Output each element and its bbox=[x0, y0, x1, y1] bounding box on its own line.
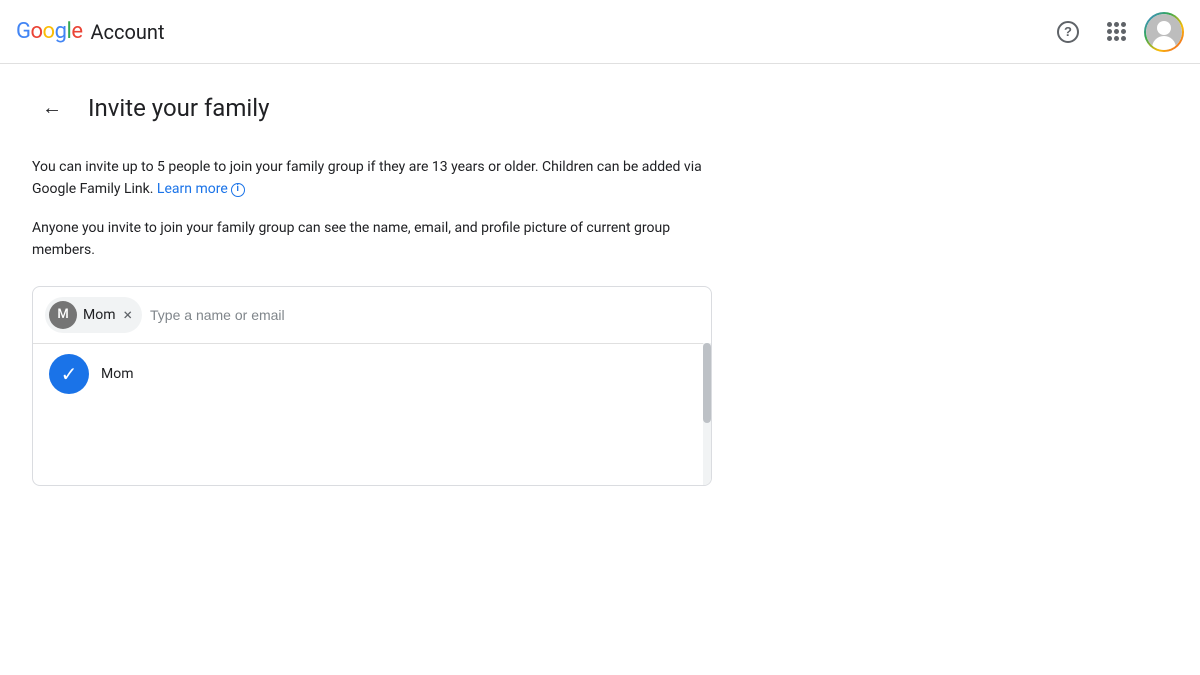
description-2: Anyone you invite to join your family gr… bbox=[32, 217, 672, 262]
main-content: ← Invite your family You can invite up t… bbox=[0, 64, 860, 510]
name-email-input[interactable] bbox=[150, 307, 699, 323]
chip-label: Mom bbox=[83, 307, 115, 323]
scrollbar-track bbox=[703, 343, 711, 485]
header-left: G o o g l e Account bbox=[16, 19, 165, 44]
header-right: ? bbox=[1048, 12, 1184, 52]
dropdown-item-name: Mom bbox=[101, 366, 133, 382]
chip-remove-button[interactable]: × bbox=[121, 307, 134, 323]
google-letter-o2: o bbox=[43, 19, 55, 44]
description-1: You can invite up to 5 people to join yo… bbox=[32, 156, 712, 201]
back-icon: ← bbox=[42, 97, 62, 120]
google-letter-e: e bbox=[71, 19, 82, 44]
page-header: ← Invite your family bbox=[32, 88, 828, 128]
page-title: Invite your family bbox=[88, 94, 269, 122]
learn-more-icon: i bbox=[231, 183, 245, 197]
help-icon: ? bbox=[1057, 21, 1079, 43]
help-button[interactable]: ? bbox=[1048, 12, 1088, 52]
selected-check-avatar: ✓ bbox=[49, 354, 89, 394]
google-letter-g: G bbox=[16, 19, 31, 44]
learn-more-link[interactable]: Learn more i bbox=[157, 178, 245, 200]
google-letter-g2: g bbox=[55, 19, 67, 44]
account-avatar[interactable] bbox=[1144, 12, 1184, 52]
dropdown-item-mom[interactable]: ✓ Mom bbox=[33, 344, 711, 404]
back-button[interactable]: ← bbox=[32, 88, 72, 128]
avatar-person-icon bbox=[1152, 14, 1176, 50]
header: G o o g l e Account ? bbox=[0, 0, 1200, 64]
input-row: M Mom × bbox=[33, 287, 711, 344]
mom-chip: M Mom × bbox=[45, 297, 142, 333]
chip-avatar: M bbox=[49, 301, 77, 329]
google-logo: G o o g l e bbox=[16, 19, 82, 44]
invite-box: M Mom × ✓ Mom bbox=[32, 286, 712, 486]
apps-button[interactable] bbox=[1096, 12, 1136, 52]
checkmark-icon: ✓ bbox=[61, 362, 78, 386]
google-letter-o1: o bbox=[31, 19, 43, 44]
dropdown-list: ✓ Mom bbox=[33, 344, 711, 404]
header-account-text: Account bbox=[90, 20, 164, 44]
scrollbar-thumb[interactable] bbox=[703, 343, 711, 423]
apps-icon bbox=[1107, 22, 1126, 41]
